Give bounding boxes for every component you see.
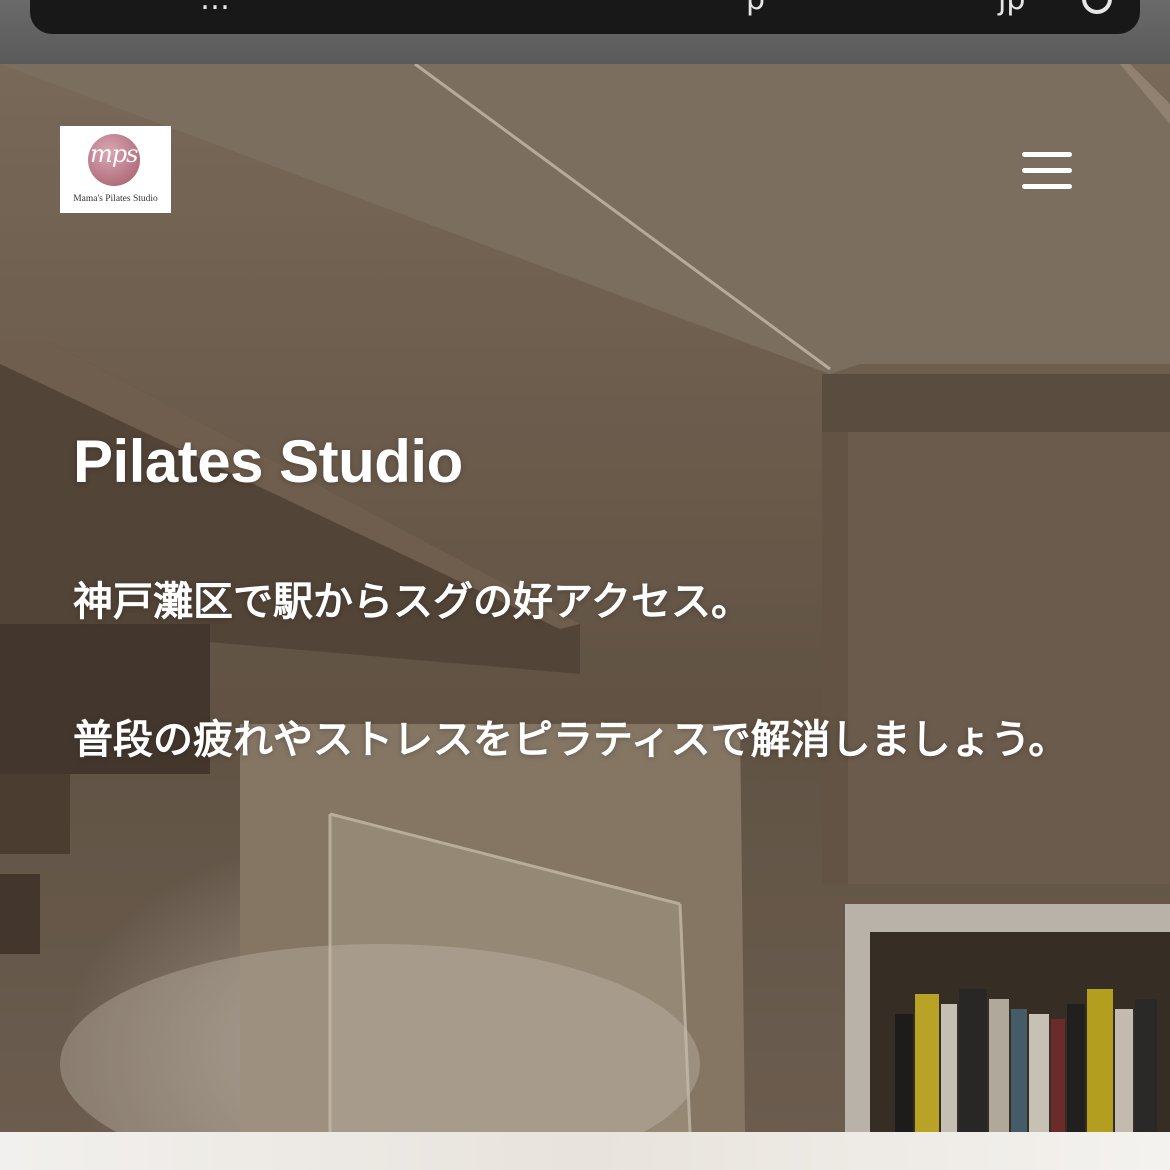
url-fragment: jp bbox=[998, 0, 1025, 17]
address-bar[interactable]: … p jp bbox=[30, 0, 1140, 34]
url-fragment: … bbox=[200, 0, 230, 17]
browser-chrome: … p jp bbox=[0, 0, 1170, 64]
site-logo[interactable]: mps Mama's Pilates Studio bbox=[60, 126, 171, 213]
next-section-edge bbox=[0, 1132, 1170, 1170]
hamburger-menu-button[interactable] bbox=[1016, 148, 1078, 194]
hero-description: 普段の疲れやストレスをピラティスで解消しましょう。 bbox=[73, 717, 1069, 763]
menu-icon-bar bbox=[1022, 168, 1072, 173]
url-fragment: p bbox=[746, 0, 765, 17]
logo-text: Mama's Pilates Studio bbox=[73, 194, 158, 204]
page: … p jp bbox=[0, 0, 1170, 1170]
menu-icon-bar bbox=[1022, 184, 1072, 189]
reload-icon[interactable] bbox=[1082, 0, 1112, 14]
hero-title: Pilates Studio bbox=[73, 428, 463, 495]
menu-icon-bar bbox=[1022, 152, 1072, 157]
hero-section: mps Mama's Pilates Studio Pilates Studio… bbox=[0, 64, 1170, 1132]
logo-mark-text: mps bbox=[90, 140, 138, 168]
hero-tagline: 神戸灘区で駅からスグの好アクセス。 bbox=[73, 579, 751, 625]
